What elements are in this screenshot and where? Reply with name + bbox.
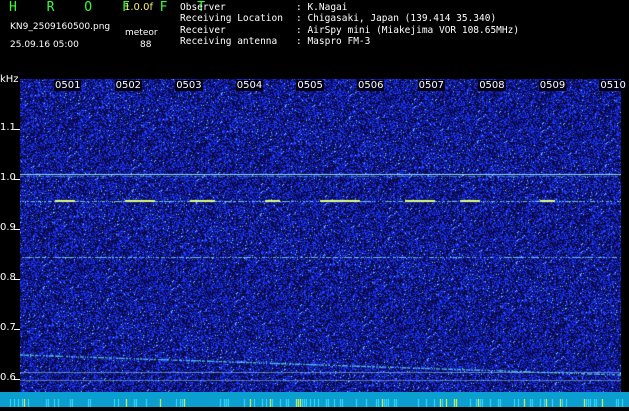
x-tick-label: 0501 [54,80,82,91]
y-tick-mark [14,279,20,280]
info-value: : Maspro FM-3 [296,36,371,48]
y-axis-unit: kHz [0,74,19,85]
x-tick-label: 0503 [175,80,203,91]
y-tick-mark [14,179,20,180]
x-tick-label: 0505 [296,80,324,91]
filename-label: KN9_2509160500.png [10,22,111,32]
level-bar-canvas [0,399,629,407]
version-label: 1.0.0f [124,2,153,13]
info-row-receiver: Receiver : AirSpy mini (Miakejima VOR 108… [180,25,519,36]
info-row-observer: Observer : K.Nagai [180,2,519,13]
y-tick-label: 0.9 [0,222,16,233]
x-tick-label: 0504 [235,80,264,91]
bottom-level-bar [0,392,629,407]
info-row-location: Receiving Location : Chigasaki, Japan (13… [180,13,519,24]
y-tick-label: 0.6 [0,372,16,383]
x-tick-label: 0507 [417,80,446,91]
y-tick-mark [14,329,20,330]
y-tick-mark [14,129,20,130]
info-value: : K.Nagai [296,2,348,13]
y-tick-label: 1.0 [0,172,16,183]
info-row-antenna: Receiving antenna : Maspro FM-3 [180,36,519,47]
info-value: : Chigasaki, Japan (139.414 35.340) [296,13,497,25]
x-tick-label: 0506 [357,80,385,91]
info-key: Receiver [180,24,226,36]
info-key: Observer [180,2,226,13]
station-info: Observer : K.Nagai Receiving Location : Ch… [180,2,519,48]
y-tick-label: 0.7 [0,322,16,333]
info-value: : AirSpy mini (Miakejima VOR 108.65MHz) [296,24,520,36]
x-tick-label: 0510 [599,80,627,91]
count-label: 88 [140,40,152,50]
x-tick-label: 0502 [114,80,143,91]
waterfall-canvas [20,79,621,392]
y-tick-mark [14,379,20,380]
info-key: Receiving Location [180,13,283,25]
info-key: Receiving antenna [180,36,278,48]
y-tick-label: 0.8 [0,272,16,283]
header-panel: H R O F F T 1.0.0f KN9_2509160500.png me… [0,0,629,78]
datetime-label: 25.09.16 05:00 [10,40,79,50]
x-tick-label: 0508 [478,80,506,91]
y-tick-mark [14,229,20,230]
mode-label: meteor [125,28,158,38]
waterfall-plot [20,79,621,392]
x-tick-label: 0509 [538,80,567,91]
y-tick-label: 1.1 [0,122,16,133]
